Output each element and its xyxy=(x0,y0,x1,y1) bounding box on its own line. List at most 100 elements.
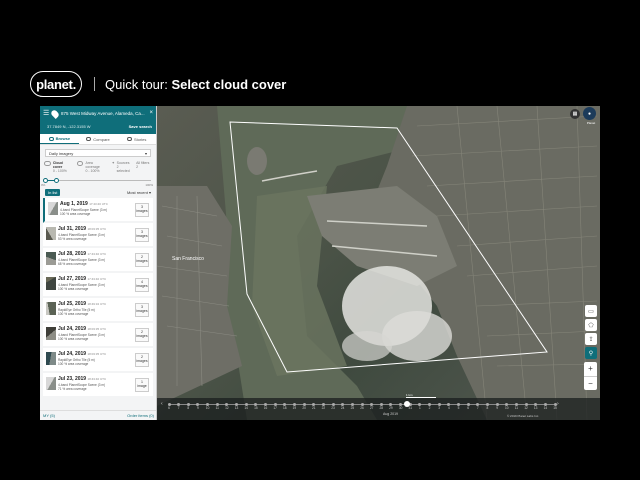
timeline-day-label[interactable]: 24 xyxy=(341,406,345,410)
draw-rectangle-icon[interactable]: ▭ xyxy=(585,305,597,317)
cloud-cover-slider[interactable]: 0% 100% xyxy=(41,177,153,187)
timeline-day-label[interactable]: 14 xyxy=(244,406,248,410)
timeline-day-label[interactable]: 7 xyxy=(477,406,479,410)
all-filters[interactable]: All filters 2 xyxy=(136,161,152,173)
search-address[interactable]: 875 West Midway Avenue, Alameda, Ca... xyxy=(61,111,145,116)
scene-image-count[interactable]: 2 images xyxy=(135,253,149,267)
timeline-day-label[interactable]: 29 xyxy=(389,406,393,410)
scene-row[interactable]: Jul 25, 2019 18:49:32 UTC RapidEye Ortho … xyxy=(43,298,153,323)
timeline-scene-dot[interactable] xyxy=(543,403,547,406)
sources-filter[interactable]: ✦ Sources 2 selected xyxy=(112,161,132,173)
timeline-scene-dot[interactable] xyxy=(167,403,171,406)
timeline-scene-dot[interactable] xyxy=(437,403,441,406)
timeline-day-label[interactable]: 13 xyxy=(534,406,538,410)
menu-icon[interactable]: ☰ xyxy=(43,109,49,117)
timeline-day-label[interactable]: 26 xyxy=(360,406,364,410)
timeline-day-label[interactable]: 27 xyxy=(370,406,374,410)
scene-image-count[interactable]: 4 images xyxy=(135,278,149,292)
timeline-scene-dot[interactable] xyxy=(495,403,499,406)
area-coverage-filter[interactable]: Area coverage 0 - 100% xyxy=(76,161,108,173)
timeline-scene-dot[interactable] xyxy=(485,403,489,406)
timeline-day-label[interactable]: 1 xyxy=(419,406,421,410)
scene-row[interactable]: Aug 1, 2019 17:43:40 UTC 4-band PlanetSco… xyxy=(43,198,153,223)
scene-image-count[interactable]: 3 images xyxy=(135,303,149,317)
timeline-day-label[interactable]: 20 xyxy=(302,406,306,410)
scene-row[interactable]: Jul 24, 2019 18:03:35 UTC RapidEye Ortho … xyxy=(43,348,153,373)
timeline-day-label[interactable]: 23 xyxy=(331,406,335,410)
timeline-day-label[interactable]: 31 xyxy=(408,406,412,410)
order-items-button[interactable]: Order items (0) xyxy=(127,413,154,418)
timeline-day-label[interactable]: 10 xyxy=(206,406,210,410)
timeline-scene-dot[interactable] xyxy=(264,403,267,406)
timeline-day-label[interactable]: 5 xyxy=(458,406,460,410)
timeline-day-label[interactable]: 21 xyxy=(312,406,316,410)
tab-stories[interactable]: Stories xyxy=(117,134,156,144)
timeline-scene-dot[interactable] xyxy=(273,403,277,406)
tab-compare[interactable]: Compare xyxy=(79,134,118,144)
scene-image-count[interactable]: 3 images xyxy=(135,228,149,242)
timeline-bar[interactable]: ‹ 6 7 8 9 10 11 12 13 14 15 16 17 18 19 20 21 22 23 24 25 26… xyxy=(157,398,600,420)
timeline-day-label[interactable]: 14 xyxy=(544,406,548,410)
timeline-day-label[interactable]: 13 xyxy=(235,406,239,410)
timeline-handle[interactable] xyxy=(404,401,410,407)
timeline-day-label[interactable]: 2 xyxy=(429,406,431,410)
timeline-day-label[interactable]: 11 xyxy=(216,406,219,410)
timeline-day-label[interactable]: 9 xyxy=(197,406,199,410)
scene-row[interactable]: Jul 23, 2019 18:43:40 UTC 4-band PlanetSc… xyxy=(43,373,153,398)
timeline-next-icon[interactable]: › xyxy=(557,401,559,407)
timeline-day-label[interactable]: 16 xyxy=(264,406,268,410)
scene-row[interactable]: Jul 28, 2019 17:43:40 UTC 4-band PlanetSc… xyxy=(43,248,153,273)
timeline-day-label[interactable]: 25 xyxy=(351,406,355,410)
scene-image-count[interactable]: 3 images xyxy=(135,203,149,217)
save-search-button[interactable]: Save search xyxy=(129,124,152,129)
scene-image-count[interactable]: 2 images xyxy=(135,328,149,342)
user-avatar[interactable]: ● xyxy=(583,107,596,120)
scene-row[interactable]: Jul 31, 2019 18:03:35 UTC 4-band PlanetSc… xyxy=(43,223,153,248)
zoom-in-button[interactable]: + xyxy=(584,362,597,377)
timeline-scene-dot[interactable] xyxy=(514,403,518,406)
timeline-scene-dot[interactable] xyxy=(524,403,528,406)
timeline-day-label[interactable]: 11 xyxy=(515,406,518,410)
timeline-day-label[interactable]: 22 xyxy=(322,406,326,410)
imagery-type-select[interactable]: Daily imagery ▾ xyxy=(45,149,151,157)
timeline-day-label[interactable]: 30 xyxy=(399,406,403,410)
timeline-day-label[interactable]: 7 xyxy=(178,406,180,410)
timeline-scene-dot[interactable] xyxy=(244,403,248,406)
timeline-day-label[interactable]: 12 xyxy=(524,406,528,410)
in-list-button[interactable]: In list xyxy=(45,189,61,196)
scene-row[interactable]: Jul 27, 2019 17:43:40 UTC 4-band PlanetSc… xyxy=(43,273,153,298)
timeline-scene-dot[interactable] xyxy=(215,403,219,406)
timeline-day-label[interactable]: 12 xyxy=(225,406,229,410)
scene-image-count[interactable]: 2 images xyxy=(135,353,149,367)
timeline-day-label[interactable]: 6 xyxy=(168,406,170,410)
zoom-out-button[interactable]: − xyxy=(584,377,597,391)
my-items-link[interactable]: MY (5) xyxy=(43,413,55,418)
satellite-map[interactable]: San Francisco xyxy=(157,106,600,420)
timeline-scene-dot[interactable] xyxy=(466,403,470,406)
cloud-cover-filter[interactable]: Cloud cover 0 - 100% xyxy=(44,161,73,173)
timeline-scene-dot[interactable] xyxy=(350,403,354,406)
timeline-scene-dot[interactable] xyxy=(321,403,325,406)
timeline-day-label[interactable]: 4 xyxy=(448,406,450,410)
timeline-scene-dot[interactable] xyxy=(457,403,460,406)
timeline-day-label[interactable]: 28 xyxy=(380,406,384,410)
timeline-day-label[interactable]: 9 xyxy=(496,406,498,410)
upload-icon[interactable]: ⇪ xyxy=(585,333,597,345)
timeline-scene-dot[interactable] xyxy=(360,403,364,406)
timeline-prev-icon[interactable]: ‹ xyxy=(161,401,163,407)
timeline-day-label[interactable]: 15 xyxy=(254,406,258,410)
draw-polygon-icon[interactable]: ⬠ xyxy=(585,319,597,331)
grid-menu-icon[interactable]: ▦ xyxy=(570,109,580,119)
timeline-day-label[interactable]: 18 xyxy=(283,406,287,410)
scene-image-count[interactable]: 1 image xyxy=(135,378,149,392)
timeline-scene-dot[interactable] xyxy=(331,403,335,406)
timeline-scene-dot[interactable] xyxy=(292,403,296,406)
timeline-day-label[interactable]: 8 xyxy=(187,406,189,410)
sort-select[interactable]: Most recent ▾ xyxy=(127,190,151,195)
timeline-day-label[interactable]: 19 xyxy=(293,406,297,410)
timeline-day-label[interactable]: 17 xyxy=(273,406,277,410)
timeline-day-label[interactable]: 6 xyxy=(467,406,469,410)
timeline-day-label[interactable]: 3 xyxy=(438,406,440,410)
timeline-scene-dot[interactable] xyxy=(302,403,306,406)
location-pin-icon[interactable]: ⚲ xyxy=(585,347,597,359)
